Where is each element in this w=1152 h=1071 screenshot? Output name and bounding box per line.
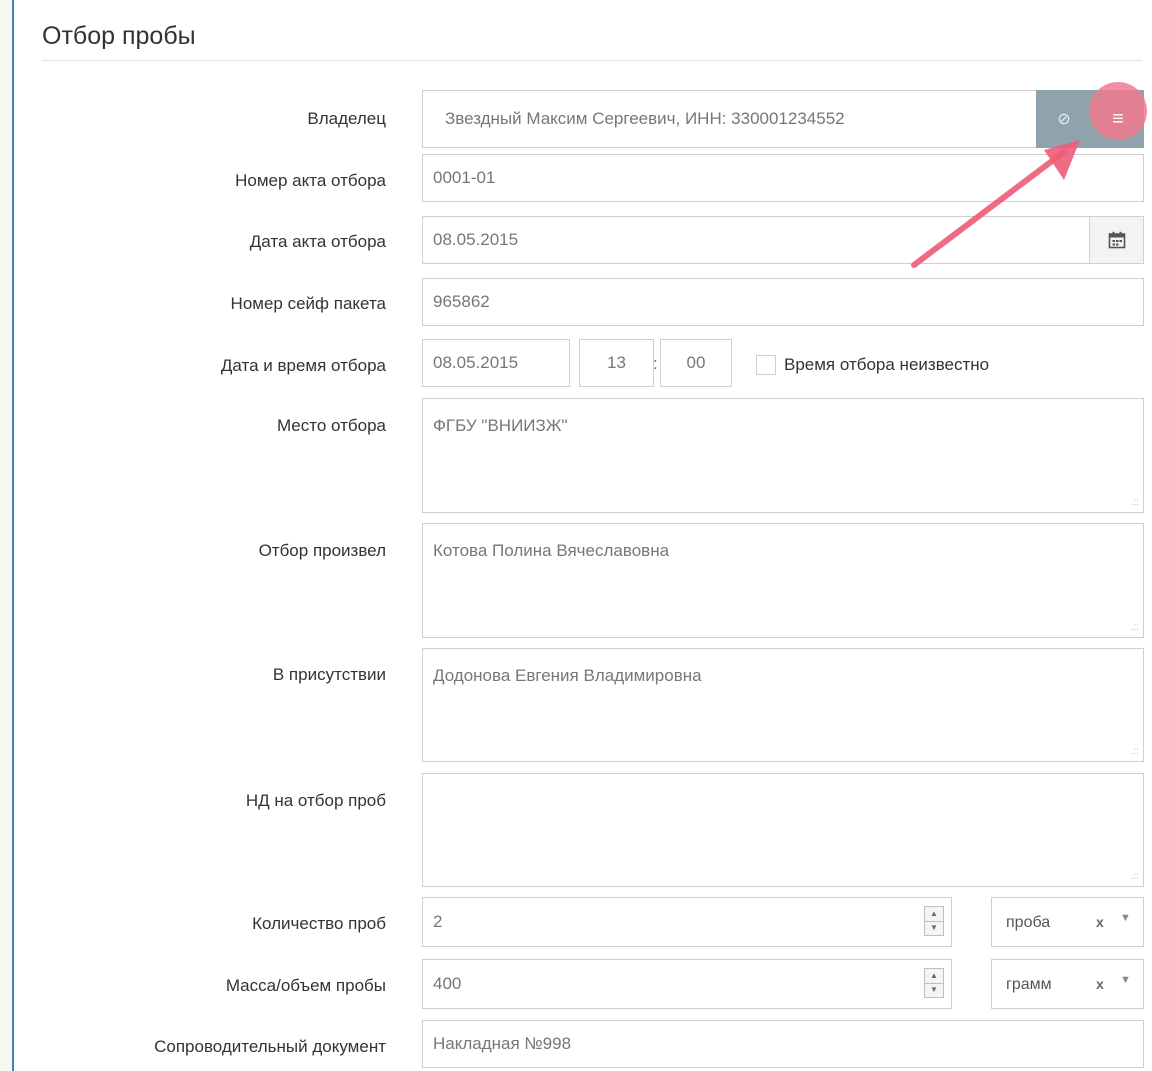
spin-down-icon[interactable]: ▼ <box>925 982 943 998</box>
performed-by-value: Котова Полина Вячеславовна <box>433 541 670 560</box>
time-unknown-label: Время отбора неизвестно <box>784 355 990 374</box>
menu-icon: ≡ <box>1112 107 1124 130</box>
sample-unit-value: проба <box>1006 914 1051 931</box>
sampling-hour-input[interactable]: 13 <box>579 339 654 387</box>
document-label: Сопроводительный документ <box>154 1037 386 1056</box>
sampling-datetime-label: Дата и время отбора <box>220 356 386 375</box>
mass-unit-select[interactable]: грамм x ▼ <box>991 959 1144 1009</box>
clear-selection-icon[interactable]: x <box>1096 914 1104 930</box>
safe-package-input[interactable]: 965862 <box>422 278 1144 326</box>
place-textarea[interactable]: ФГБУ "ВНИИЗЖ" .:: <box>422 398 1144 513</box>
owner-label: Владелец <box>307 109 386 128</box>
witness-label: В присутствии <box>272 665 386 684</box>
resize-grip-icon[interactable]: .:: <box>1131 623 1139 633</box>
mass-label: Масса/объем пробы <box>225 976 386 995</box>
spin-up-icon[interactable]: ▲ <box>925 969 943 983</box>
clear-selection-icon[interactable]: x <box>1096 976 1104 992</box>
owner-menu-button[interactable]: ≡ <box>1089 82 1147 148</box>
sampling-date-input[interactable]: 08.05.2015 <box>422 339 570 387</box>
calendar-icon <box>1108 231 1125 249</box>
act-date-label: Дата акта отбора <box>249 232 386 251</box>
witness-textarea[interactable]: Додонова Евгения Владимировна .:: <box>422 648 1144 762</box>
place-value: ФГБУ "ВНИИЗЖ" <box>433 416 568 435</box>
sample-unit-select[interactable]: проба x ▼ <box>991 897 1144 947</box>
witness-value: Додонова Евгения Владимировна <box>433 666 702 685</box>
page-title: Отбор пробы <box>42 22 196 50</box>
spin-up-icon[interactable]: ▲ <box>925 907 943 921</box>
title-divider <box>42 60 1142 61</box>
performed-by-label: Отбор произвел <box>258 541 386 560</box>
safe-package-label: Номер сейф пакета <box>230 294 386 313</box>
sample-count-input[interactable]: 2 <box>422 897 952 947</box>
spin-down-icon[interactable]: ▼ <box>925 920 943 936</box>
resize-grip-icon[interactable]: .:: <box>1131 498 1139 508</box>
act-number-label: Номер акта отбора <box>235 171 386 190</box>
sampling-form-panel: Отбор пробы Владелец Звездный Максим Сер… <box>12 0 1152 1071</box>
sample-count-label: Количество проб <box>252 914 386 933</box>
time-unknown-checkbox[interactable] <box>756 355 776 375</box>
mass-stepper[interactable]: ▲ ▼ <box>924 968 944 998</box>
time-separator: : <box>653 354 658 373</box>
chevron-down-icon[interactable]: ▼ <box>1120 974 1131 986</box>
place-label: Место отбора <box>276 416 386 435</box>
sampling-minute-input[interactable]: 00 <box>660 339 732 387</box>
performed-by-textarea[interactable]: Котова Полина Вячеславовна .:: <box>422 523 1144 638</box>
calendar-button[interactable] <box>1089 216 1144 264</box>
resize-grip-icon[interactable]: .:: <box>1131 872 1139 882</box>
sample-count-stepper[interactable]: ▲ ▼ <box>924 906 944 936</box>
mass-unit-value: грамм <box>1006 976 1052 993</box>
nd-label: НД на отбор проб <box>245 791 386 810</box>
annotation-arrow <box>911 140 1080 268</box>
resize-grip-icon[interactable]: .:: <box>1131 747 1139 757</box>
chevron-down-icon[interactable]: ▼ <box>1120 912 1131 924</box>
mass-input[interactable]: 400 <box>422 959 952 1009</box>
document-input[interactable]: Накладная №998 <box>422 1020 1144 1068</box>
nd-textarea[interactable]: .:: <box>422 773 1144 887</box>
